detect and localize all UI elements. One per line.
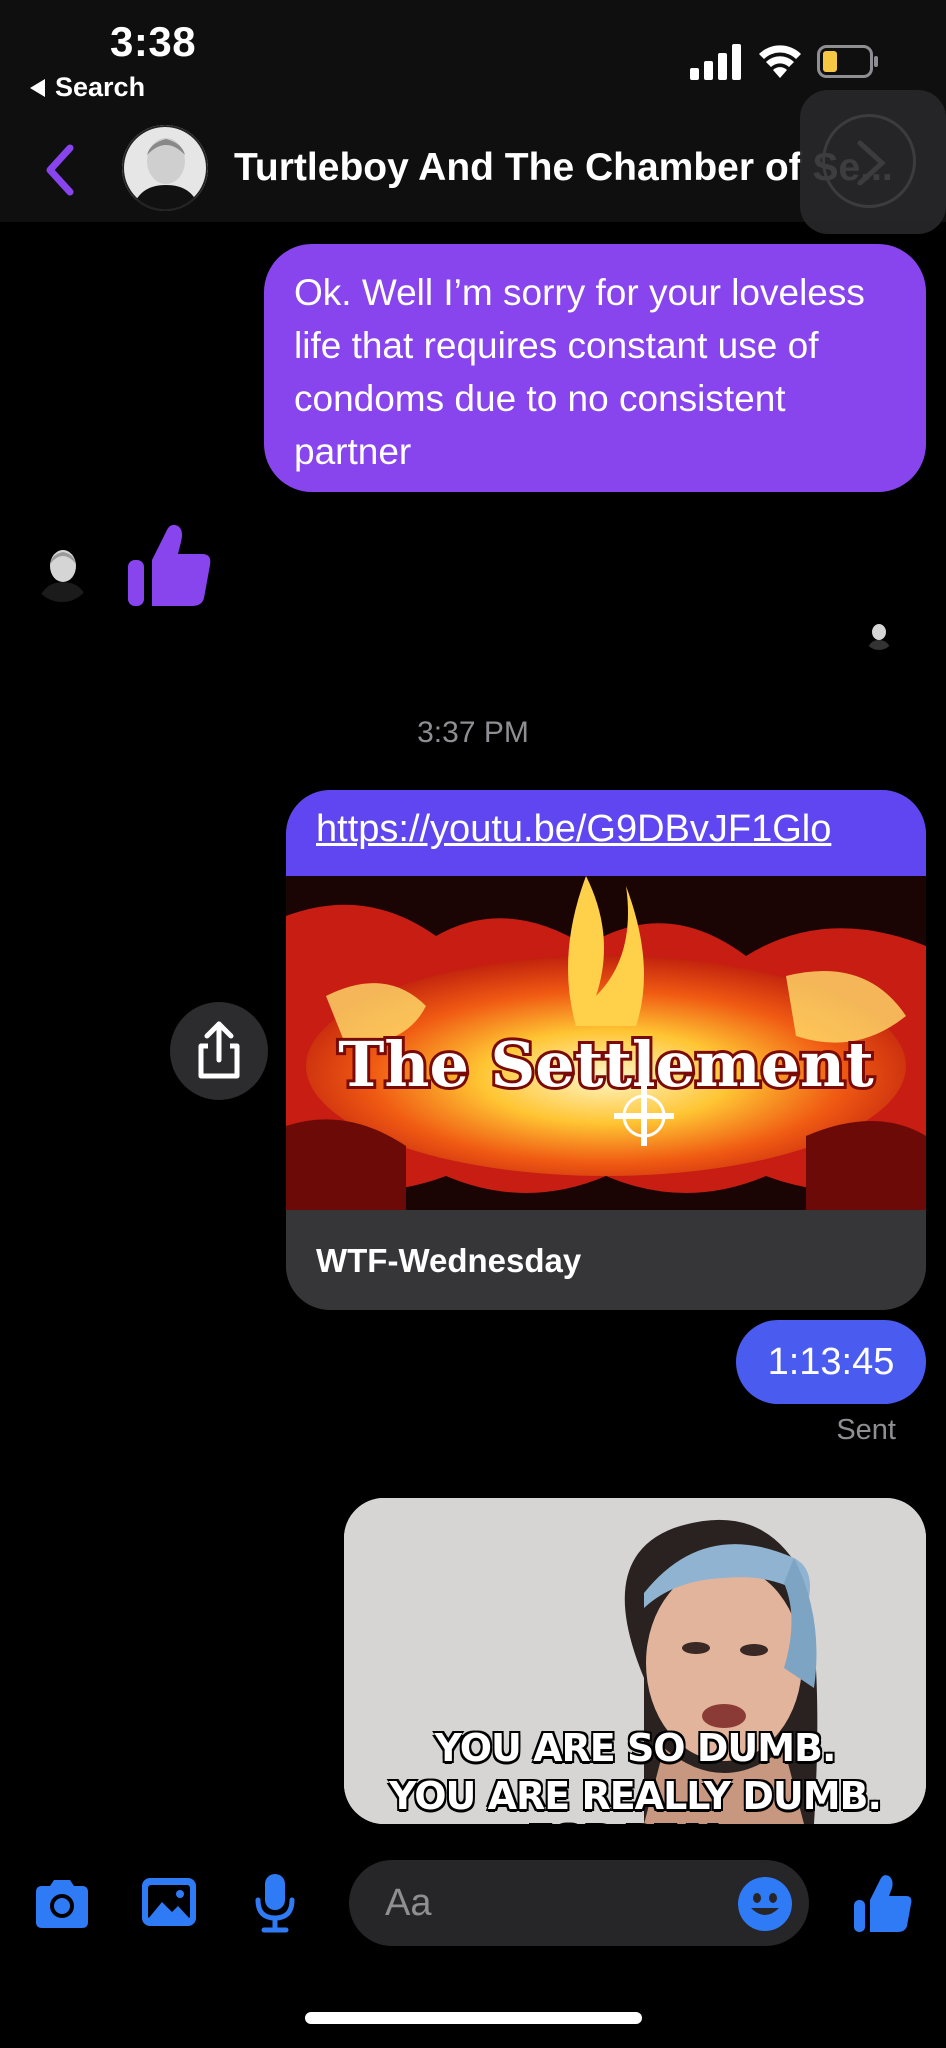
message-input[interactable]: Aa	[349, 1860, 809, 1946]
gif-caption-line-1: YOU ARE SO DUMB.	[434, 1726, 837, 1770]
link-preview-thumbnail[interactable]: The Settlement	[286, 876, 926, 1210]
delivery-status: Sent	[836, 1414, 896, 1446]
share-button[interactable]	[170, 1002, 268, 1100]
read-receipt-avatar	[864, 620, 894, 650]
back-app-label: Search	[55, 72, 146, 102]
time-message-bubble[interactable]: 1:13:45	[736, 1320, 926, 1404]
wifi-icon	[759, 45, 801, 78]
share-icon	[198, 1021, 240, 1079]
messenger-screen: 3:38 Search Turtleboy And The Chamber of…	[0, 0, 946, 2048]
thumbs-up-sticker[interactable]	[126, 520, 212, 608]
gif-message[interactable]: YOU ARE SO DUMB. YOU ARE REALLY DUMB. FO…	[344, 1498, 926, 1824]
camera-icon[interactable]	[32, 1878, 92, 1930]
thumbnail-title-art: The Settlement	[338, 1028, 874, 1101]
outgoing-message-bubble[interactable]: Ok. Well I’m sorry for your loveless lif…	[264, 244, 926, 492]
send-like-icon[interactable]	[852, 1872, 912, 1934]
link-source-label[interactable]: WTF-Wednesday	[286, 1210, 926, 1310]
contact-avatar-small[interactable]	[32, 542, 92, 602]
message-input-placeholder: Aa	[385, 1882, 432, 1924]
message-timestamp: 3:37 PM	[417, 716, 529, 749]
emoji-icon[interactable]	[737, 1876, 793, 1932]
home-indicator	[305, 2012, 642, 2024]
gif-caption-line-2: YOU ARE REALLY DUMB. FOR REAL.	[389, 1774, 882, 1824]
cellular-signal-icon	[690, 44, 741, 80]
link-url[interactable]: https://youtu.be/G9DBvJF1Glo	[286, 790, 926, 876]
photo-gallery-icon[interactable]	[140, 1876, 198, 1928]
back-triangle-icon	[30, 78, 45, 97]
contact-avatar[interactable]	[122, 125, 208, 211]
status-time: 3:38	[110, 18, 197, 65]
battery-icon	[817, 45, 878, 78]
floating-next-button[interactable]	[800, 90, 946, 234]
microphone-icon[interactable]	[254, 1872, 296, 1934]
link-preview-card[interactable]: https://youtu.be/G9DBvJF1Glo The Settlem…	[286, 790, 926, 1310]
back-chevron-icon[interactable]	[40, 140, 80, 200]
back-to-search-link[interactable]: Search	[30, 72, 145, 103]
chevron-right-icon	[857, 140, 886, 186]
